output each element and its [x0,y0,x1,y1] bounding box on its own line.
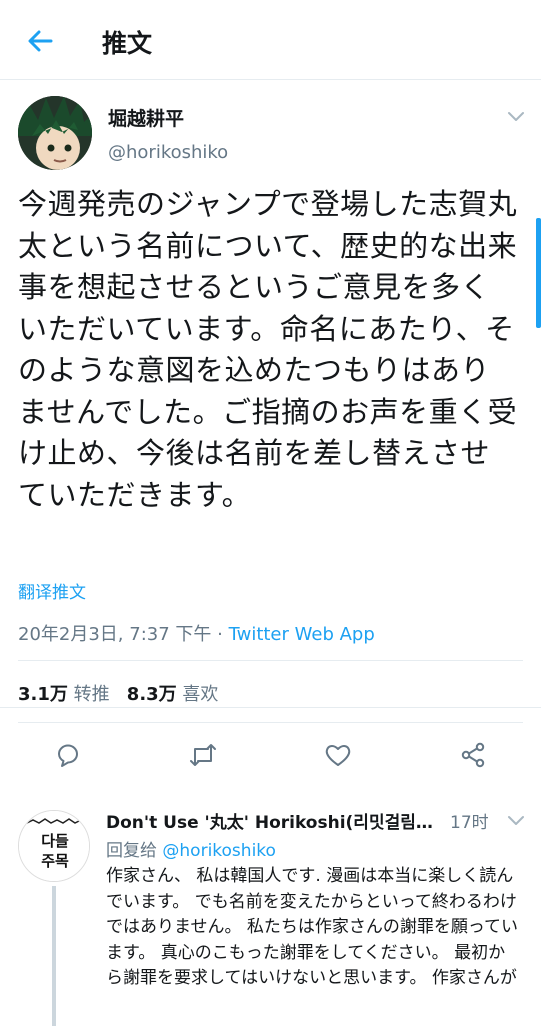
translate-link[interactable]: 翻译推文 [18,578,86,603]
reply-avatar[interactable]: 다들 주목 [18,810,90,882]
avatar-text-line2: 주목 [41,852,69,870]
reply-time: 17时 [450,813,489,833]
retweet-count[interactable]: 3.1万 [18,684,68,705]
author-avatar[interactable] [18,96,92,170]
like-count[interactable]: 8.3万 [127,684,177,705]
tweet-stats: 3.1万 转推 8.3万 喜欢 [18,680,218,706]
reply-to-line: 回复给 @horikoshiko [106,836,276,861]
tweet-source[interactable]: Twitter Web App [229,624,375,645]
reply-menu-button[interactable] [505,810,527,830]
author-name[interactable]: 堀越耕平 [108,104,184,131]
scroll-indicator[interactable] [536,218,541,328]
arrow-left-icon [28,30,53,52]
tweet-timestamp: 20年2月3日, 7:37 下午 [18,624,212,645]
thread-line [52,886,56,1026]
chevron-down-icon [508,816,524,825]
reply-tweet[interactable]: 다들 주목 Don't Use '丸太' Horikoshi(리밋걸림 … 17… [0,790,541,1026]
reply-author-name[interactable]: Don't Use '丸太' Horikoshi(리밋걸림 … [106,808,438,833]
back-button[interactable] [22,26,58,56]
divider [18,660,523,661]
author-handle[interactable]: @horikoshiko [108,142,228,163]
chevron-down-icon [508,112,524,121]
page-title: 推文 [102,29,153,58]
reply-prefix: 回复给 [106,841,157,861]
reply-text: 作家さん、 私は韓国人です. 漫画は本当に楽しく読んでいます。 でも名前を変えた… [106,866,519,988]
tweet-menu-button[interactable] [505,106,527,126]
meta-separator: · [211,624,229,645]
tweet-meta: 20年2月3日, 7:37 下午 · Twitter Web App [18,620,375,646]
like-label[interactable]: 喜欢 [182,684,218,705]
section-separator [0,707,541,789]
top-bar: 推文 [0,0,541,80]
reply-to-handle[interactable]: @horikoshiko [162,841,276,861]
avatar-text-line1: 다들 [41,832,69,850]
tweet-text: 今週発売のジャンプで登場した志賀丸太という名前について、歴史的な出来事を想起させ… [18,187,518,512]
retweet-label[interactable]: 转推 [74,684,110,705]
